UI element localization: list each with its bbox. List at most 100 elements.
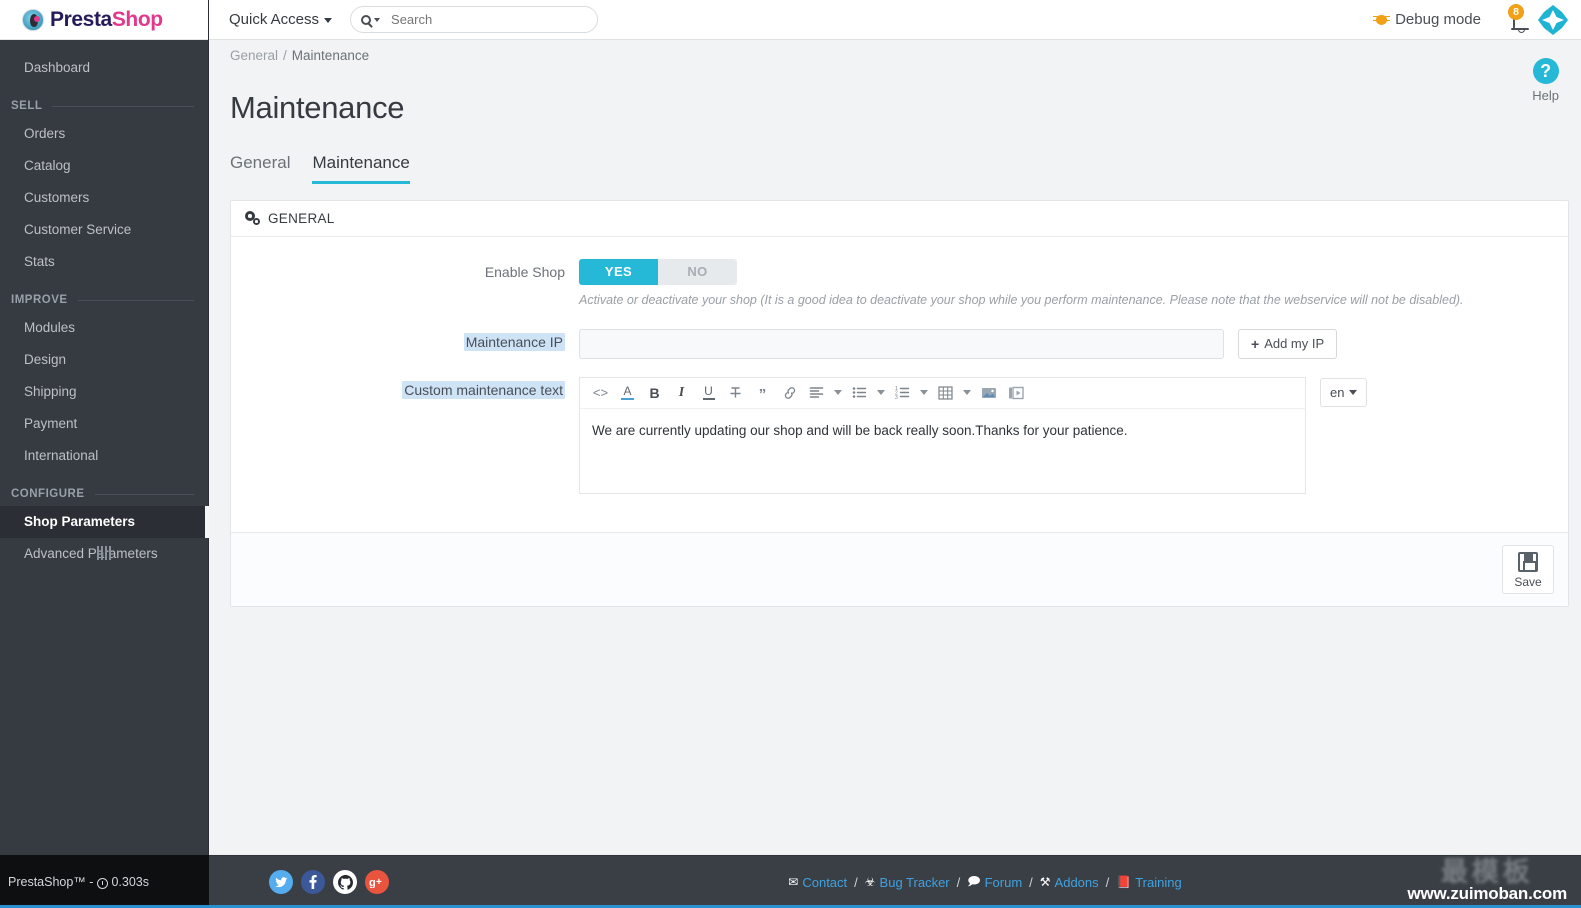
social-links: g + <box>269 870 389 894</box>
table-dropdown-chevron-down-icon[interactable] <box>960 380 974 405</box>
sidebar-section-configure: CONFIGURE <box>0 472 208 506</box>
sidebar-item-dashboard[interactable]: Dashboard <box>0 52 208 84</box>
footer-link-forum-label: Forum <box>984 874 1023 890</box>
maintenance-ip-input[interactable] <box>579 328 1224 359</box>
breadcrumb-separator: / <box>283 48 287 63</box>
bullet-list-dropdown-chevron-down-icon[interactable] <box>874 380 888 405</box>
language-selector-value: en <box>1330 384 1345 400</box>
sidebar-item-shop-parameters[interactable]: Shop Parameters <box>0 506 209 538</box>
custom-maintenance-text-editor[interactable]: We are currently updating our shop and w… <box>579 407 1306 494</box>
enable-shop-no[interactable]: NO <box>658 258 737 285</box>
footer-link-addons[interactable]: ⚒ Addons <box>1040 875 1099 890</box>
numbered-list-icon[interactable]: 123 <box>890 380 915 405</box>
search-box[interactable] <box>350 6 599 33</box>
footer-separator: / <box>956 874 961 890</box>
help-button[interactable]: ? Help <box>1532 58 1559 103</box>
custom-maintenance-text-control: <> A B I U ” 1 2 3 We are currently upda… <box>579 376 1568 494</box>
sidebar-item-international[interactable]: International <box>0 440 208 472</box>
editor-toolbar: <> A B I U ” 1 2 3 <box>579 376 1306 408</box>
github-icon[interactable] <box>333 870 357 894</box>
image-icon[interactable] <box>976 380 1001 405</box>
footer-link-forum[interactable]: 🗩 Forum <box>967 872 1022 893</box>
floppy-disk-icon <box>1518 551 1538 572</box>
source-code-icon[interactable]: <> <box>588 380 613 405</box>
sidebar-item-customer-service[interactable]: Customer Service <box>0 214 208 246</box>
prestashop-logo-icon <box>22 8 44 31</box>
strikethrough-icon[interactable] <box>723 380 748 405</box>
align-icon[interactable] <box>804 380 829 405</box>
enable-shop-control: YES NO Activate or deactivate your shop … <box>579 258 1568 307</box>
sidebar-section-sell: SELL <box>0 84 208 118</box>
watermark-cjk: 最模板 <box>1440 857 1534 888</box>
debug-mode-indicator[interactable]: Debug mode <box>1373 11 1481 28</box>
footer-separator: / <box>1029 874 1033 890</box>
underline-icon[interactable]: U <box>696 380 721 405</box>
footer-link-contact-label: Contact <box>802 874 848 890</box>
watermark: 最模板 www.zuimoban.com <box>1407 857 1567 904</box>
clock-icon <box>97 878 109 889</box>
sidebar-section-sell-label: SELL <box>11 100 43 112</box>
page-title: Maintenance <box>230 89 405 125</box>
add-my-ip-button[interactable]: + Add my IP <box>1238 328 1338 359</box>
tab-general[interactable]: General <box>230 153 290 184</box>
svg-text:3: 3 <box>895 395 898 399</box>
quick-access-menu[interactable]: Quick Access <box>229 11 333 28</box>
video-icon[interactable] <box>1003 380 1028 405</box>
table-icon[interactable] <box>933 380 958 405</box>
link-icon[interactable] <box>777 380 802 405</box>
sidebar-top-group: Dashboard <box>0 40 208 84</box>
footer-link-training[interactable]: 📕 Training <box>1116 875 1181 890</box>
blockquote-icon[interactable]: ” <box>750 380 775 405</box>
language-selector[interactable]: en <box>1320 377 1368 407</box>
align-dropdown-chevron-down-icon[interactable] <box>831 380 845 405</box>
sidebar-item-catalog[interactable]: Catalog <box>0 150 208 182</box>
footer-separator: / <box>854 874 858 890</box>
avatar[interactable] <box>1537 4 1569 36</box>
comment-icon: 🗩 <box>967 873 981 888</box>
enable-shop-toggle[interactable]: YES NO <box>579 258 737 285</box>
search-input[interactable] <box>389 11 588 28</box>
sidebar-item-modules[interactable]: Modules <box>0 312 208 344</box>
google-plus-icon[interactable]: g + <box>365 870 389 894</box>
puzzle-icon: ⚒ <box>1039 875 1051 889</box>
sidebar-section-configure-label: CONFIGURE <box>11 488 85 500</box>
notifications-button[interactable]: 8 <box>1508 3 1524 29</box>
panel-header: GENERAL <box>231 201 1568 237</box>
bold-icon[interactable]: B <box>642 380 667 405</box>
logo-presta: Presta <box>50 7 112 31</box>
save-button[interactable]: Save <box>1502 544 1554 594</box>
help-label: Help <box>1532 88 1559 103</box>
breadcrumb-parent[interactable]: General <box>230 48 278 63</box>
footer-link-contact[interactable]: ✉ Contact <box>788 875 847 890</box>
panel-header-title: GENERAL <box>268 210 335 226</box>
font-color-icon[interactable]: A <box>615 380 640 405</box>
page-load-time: 0.303s <box>111 874 149 889</box>
sidebar-logo[interactable]: PrestaShop <box>0 0 208 40</box>
breadcrumb: General / Maintenance <box>209 40 1581 63</box>
italic-icon[interactable]: I <box>669 380 694 405</box>
svg-text:+: + <box>376 877 382 888</box>
sidebar-item-stats[interactable]: Stats <box>0 246 208 278</box>
svg-text:g: g <box>369 877 376 888</box>
sidebar-item-design[interactable]: Design <box>0 344 208 376</box>
enable-shop-yes[interactable]: YES <box>579 258 658 285</box>
sidebar-item-payment[interactable]: Payment <box>0 408 208 440</box>
chevron-down-icon <box>324 17 333 23</box>
gears-icon <box>245 210 262 226</box>
sidebar-section-improve: IMPROVE <box>0 278 208 312</box>
chevron-down-icon <box>1349 389 1358 395</box>
sidebar-item-shipping[interactable]: Shipping <box>0 376 208 408</box>
twitter-icon[interactable] <box>269 870 293 894</box>
footer-link-bug-tracker[interactable]: ☣ Bug Tracker <box>865 875 950 890</box>
bullet-list-icon[interactable] <box>847 380 872 405</box>
sidebar-item-customers[interactable]: Customers <box>0 182 208 214</box>
numbered-list-dropdown-chevron-down-icon[interactable] <box>917 380 931 405</box>
facebook-icon[interactable] <box>301 870 325 894</box>
footer-brand-text: PrestaShop™ - <box>8 874 94 889</box>
footer-separator: / <box>1105 874 1110 890</box>
sidebar-item-orders[interactable]: Orders <box>0 118 208 150</box>
collapse-sidebar-icon[interactable] <box>0 546 208 560</box>
tab-maintenance[interactable]: Maintenance <box>312 153 410 184</box>
custom-maintenance-text-label-text: Custom maintenance text <box>402 380 565 399</box>
divider <box>52 105 194 107</box>
